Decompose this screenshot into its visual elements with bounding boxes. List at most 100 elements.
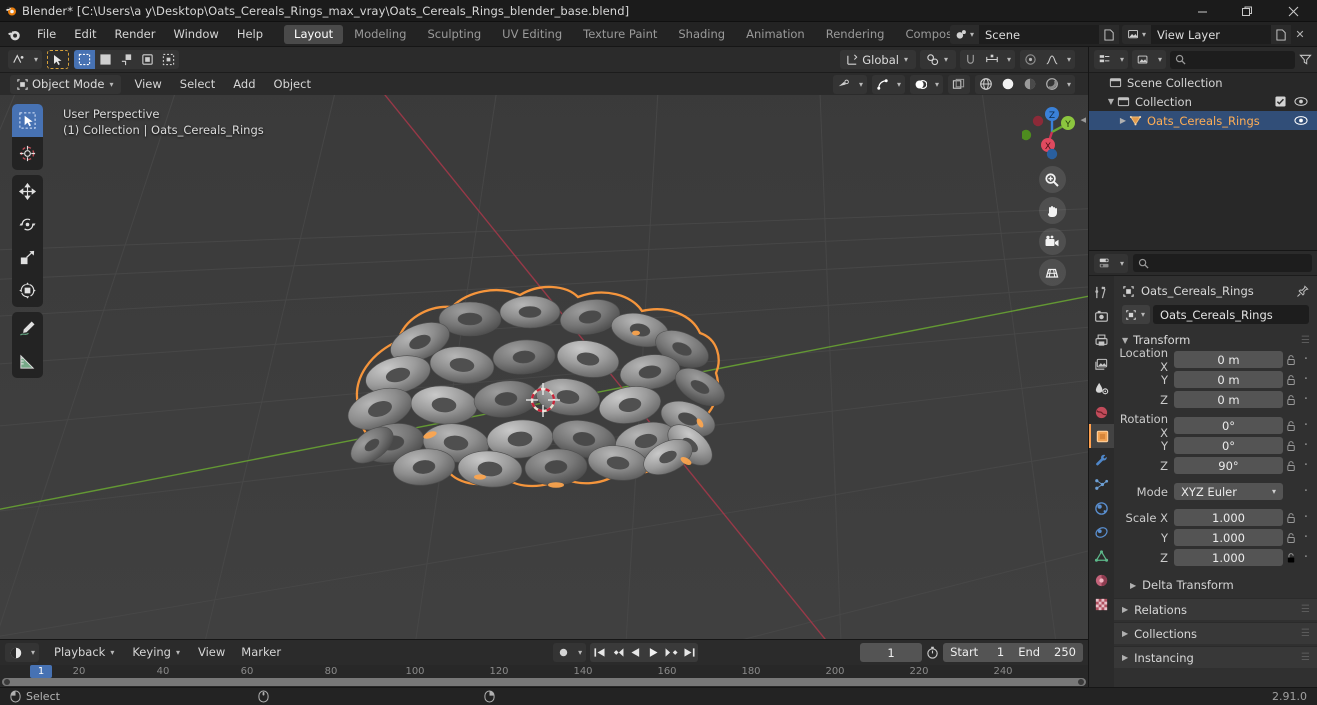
rotation-mode-dropdown[interactable]: XYZ Euler ▾ (1174, 483, 1283, 500)
scene-browse-icon[interactable]: ▾ (949, 25, 979, 44)
viewport-menu-object[interactable]: Object (265, 73, 320, 95)
scale-tool-icon[interactable] (12, 241, 43, 274)
scale-z-field[interactable]: 1.000 (1174, 549, 1283, 566)
menu-window[interactable]: Window (164, 22, 227, 47)
panel-expand-arrow-icon[interactable]: ▶ (1122, 653, 1128, 662)
frame-range-fields[interactable]: Start 1 End 250 (943, 643, 1083, 662)
timeline-menu-keying[interactable]: Keying ▾ (125, 640, 189, 665)
shading-mode-group[interactable]: ▾ (974, 74, 1075, 94)
modifiers-tab[interactable] (1089, 448, 1114, 472)
collections-panel-header[interactable]: ▶ Collections ☰ (1114, 622, 1317, 644)
snapping-group[interactable]: ▾ (959, 50, 1015, 69)
new-view-layer-button[interactable] (1271, 25, 1291, 44)
outliner-search-input[interactable] (1170, 50, 1295, 69)
proportional-editing-group[interactable]: ▾ (1019, 50, 1075, 69)
camera-icon[interactable] (1038, 228, 1066, 255)
lock-icon[interactable] (1283, 354, 1299, 366)
timeline-scrollbar[interactable] (2, 678, 1086, 686)
outliner-row-scene-collection[interactable]: Scene Collection (1089, 73, 1317, 92)
scene-tab[interactable] (1089, 376, 1114, 400)
tab-layout[interactable]: Layout (284, 24, 344, 44)
timeline-menu-playback[interactable]: Playback ▾ (47, 640, 123, 665)
visibility-eye-icon[interactable] (1294, 96, 1308, 107)
viewport-menu-view[interactable]: View (125, 73, 170, 95)
location-x-field[interactable]: 0 m (1174, 351, 1283, 368)
lock-icon[interactable] (1283, 440, 1299, 452)
lock-icon[interactable] (1283, 552, 1299, 564)
play-icon[interactable] (644, 643, 662, 662)
outliner-row-collection[interactable]: ▼ Collection (1089, 92, 1317, 111)
close-button[interactable] (1270, 0, 1317, 22)
object-mode-selector[interactable]: Object Mode ▾ (10, 74, 122, 94)
pin-icon[interactable] (1296, 284, 1309, 298)
tab-sculpting[interactable]: Sculpting (417, 25, 491, 44)
blender-menu-icon[interactable] (0, 22, 28, 47)
particles-tab[interactable] (1089, 472, 1114, 496)
expand-arrow-icon[interactable]: ▶ (1117, 116, 1129, 125)
visibility-eye-icon[interactable] (1294, 115, 1308, 126)
scene-name-field[interactable]: Scene (979, 25, 1099, 44)
pan-icon[interactable] (1038, 197, 1066, 224)
lock-icon[interactable] (1283, 532, 1299, 544)
location-z-field[interactable]: 0 m (1174, 391, 1283, 408)
properties-editor-type-selector[interactable]: ▾ (1094, 253, 1129, 273)
ortho-toggle-icon[interactable] (1038, 259, 1066, 286)
stopwatch-icon[interactable] (926, 646, 939, 659)
object-name-field[interactable]: Oats_Cereals_Rings (1153, 305, 1309, 324)
lock-icon[interactable] (1283, 420, 1299, 432)
expand-arrow-icon[interactable]: ▼ (1105, 97, 1117, 106)
snap-pivot-selector[interactable]: ▾ (919, 50, 956, 69)
relations-panel-header[interactable]: ▶ Relations ☰ (1114, 598, 1317, 620)
scale-y-field[interactable]: 1.000 (1174, 529, 1283, 546)
maximize-button[interactable] (1225, 0, 1270, 22)
cursor-tool-icon[interactable] (12, 137, 43, 170)
overlays-selector[interactable]: ▾ (909, 74, 943, 94)
texture-tab[interactable] (1089, 592, 1114, 616)
panel-drag-handle[interactable]: ☰ (1301, 652, 1310, 663)
viewport-menu-select[interactable]: Select (171, 73, 224, 95)
tab-uv-editing[interactable]: UV Editing (492, 25, 572, 44)
rotation-z-field[interactable]: 90° (1174, 457, 1283, 474)
annotate-tool-icon[interactable] (12, 312, 43, 345)
navigation-gizmo[interactable]: Z Y X (1022, 102, 1082, 162)
lock-icon[interactable] (1283, 374, 1299, 386)
new-scene-button[interactable] (1099, 25, 1119, 44)
timeline-editor[interactable]: ▾ Playback ▾ Keying ▾ View Marker ▾ 1 St… (0, 639, 1088, 687)
timeline-menu-marker[interactable]: Marker (234, 640, 288, 665)
lock-icon[interactable] (1283, 394, 1299, 406)
tweak-select-tool-icon[interactable] (12, 104, 43, 137)
sidebar-toggle-arrow[interactable]: ◂ (1080, 113, 1086, 126)
render-tab[interactable] (1089, 304, 1114, 328)
outliner-editor[interactable]: ▾ ▾ Scene Collection ▼ Collection ▶ Oats… (1088, 47, 1317, 250)
tab-shading[interactable]: Shading (668, 25, 735, 44)
remove-view-layer-button[interactable]: ✕ (1291, 25, 1309, 44)
material-tab[interactable] (1089, 568, 1114, 592)
delta-transform-panel-header[interactable]: ▶ Delta Transform (1114, 574, 1317, 596)
lock-icon[interactable] (1283, 460, 1299, 472)
prev-keyframe-icon[interactable] (608, 643, 626, 662)
visibility-selector[interactable]: ▾ (832, 74, 867, 94)
editor-type-selector[interactable]: ▾ (8, 50, 43, 69)
start-value[interactable]: 1 (985, 643, 1011, 662)
panel-drag-handle[interactable]: ☰ (1301, 628, 1310, 639)
outliner-editor-type-selector[interactable]: ▾ (1094, 50, 1129, 69)
physics-tab[interactable] (1089, 496, 1114, 520)
menu-edit[interactable]: Edit (65, 22, 105, 47)
view-layer-browse-icon[interactable]: ▾ (1121, 25, 1151, 44)
output-tab[interactable] (1089, 328, 1114, 352)
instancing-panel-header[interactable]: ▶ Instancing ☰ (1114, 646, 1317, 668)
lock-icon[interactable] (1283, 512, 1299, 524)
panel-expand-arrow-icon[interactable]: ▼ (1122, 336, 1128, 345)
rotation-x-field[interactable]: 0° (1174, 417, 1283, 434)
measure-tool-icon[interactable] (12, 345, 43, 378)
menu-help[interactable]: Help (228, 22, 272, 47)
view-layer-name-field[interactable]: View Layer (1151, 25, 1271, 44)
tab-animation[interactable]: Animation (736, 25, 815, 44)
jump-start-icon[interactable] (590, 643, 608, 662)
view-layer-tab[interactable] (1089, 352, 1114, 376)
transform-orientation-selector[interactable]: Global ▾ (840, 50, 916, 69)
collection-checkbox[interactable] (1275, 96, 1286, 107)
3d-viewport[interactable]: ▾ Global ▾ ▾ ▾ ▾ Object Mode ▾ View Sele… (0, 47, 1088, 639)
move-tool-icon[interactable] (12, 175, 43, 208)
panel-expand-arrow-icon[interactable]: ▶ (1122, 605, 1128, 614)
